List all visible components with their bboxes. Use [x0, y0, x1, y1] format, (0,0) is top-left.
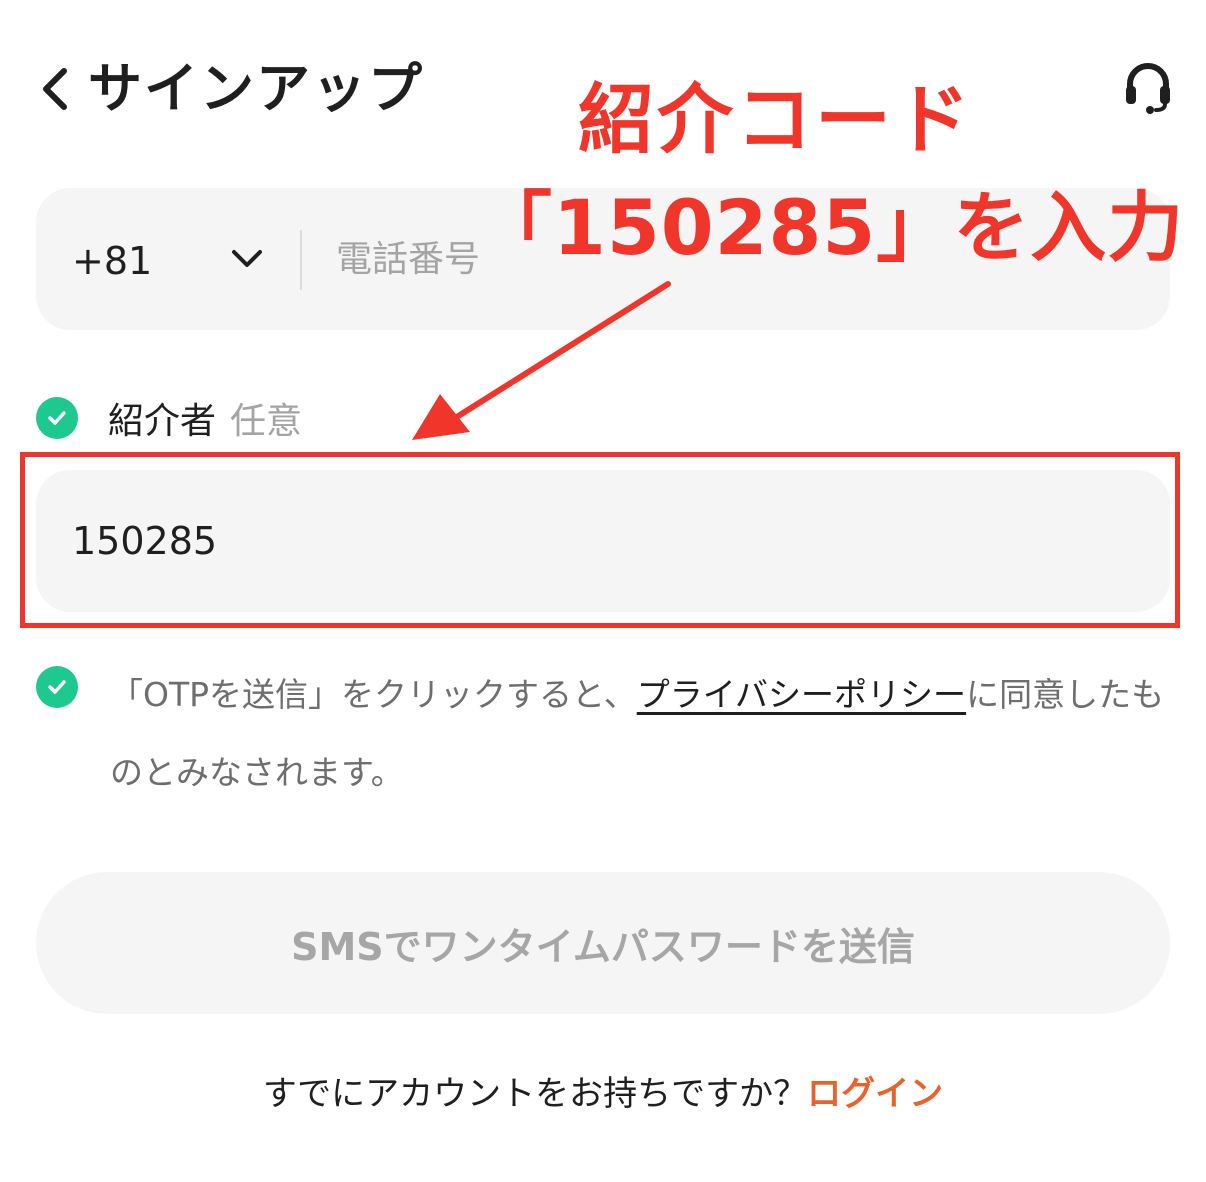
privacy-policy-link[interactable]: プライバシーポリシー [637, 675, 966, 714]
consent-text-before: 「OTPを送信」をクリックすると、 [110, 675, 637, 714]
consent-text: 「OTPを送信」をクリックすると、プライバシーポリシーに同意したものとみなされま… [110, 656, 1170, 812]
login-row: すでにアカウントをお持ちですか？ログイン [0, 1066, 1206, 1115]
checkmark-icon [48, 680, 66, 694]
consent-check-icon[interactable] [36, 666, 78, 708]
login-link[interactable]: ログイン [807, 1074, 943, 1114]
annotation-title: 紹介コード [578, 75, 973, 164]
phone-divider [300, 230, 302, 290]
chevron-left-icon [43, 68, 67, 110]
annotation-highlight-box [20, 452, 1180, 628]
annotation-subtitle: 「150285」を入力 [476, 183, 1185, 272]
country-code[interactable]: +81 [72, 188, 152, 330]
chevron-down-icon[interactable] [230, 246, 264, 272]
support-button[interactable] [1120, 58, 1176, 118]
referrer-label: 紹介者 [108, 401, 217, 442]
back-button[interactable] [30, 54, 80, 124]
login-prompt: すでにアカウントをお持ちですか？ [262, 1074, 808, 1114]
checkmark-icon [48, 411, 66, 425]
referrer-label-row: 紹介者 任意 [36, 388, 302, 448]
check-circle-icon[interactable] [36, 397, 78, 439]
headset-icon [1126, 63, 1170, 114]
page-title: サインアップ [88, 57, 424, 120]
send-otp-button[interactable]: SMSでワンタイムパスワードを送信 [36, 872, 1170, 1014]
referrer-optional-label: 任意 [230, 401, 303, 442]
